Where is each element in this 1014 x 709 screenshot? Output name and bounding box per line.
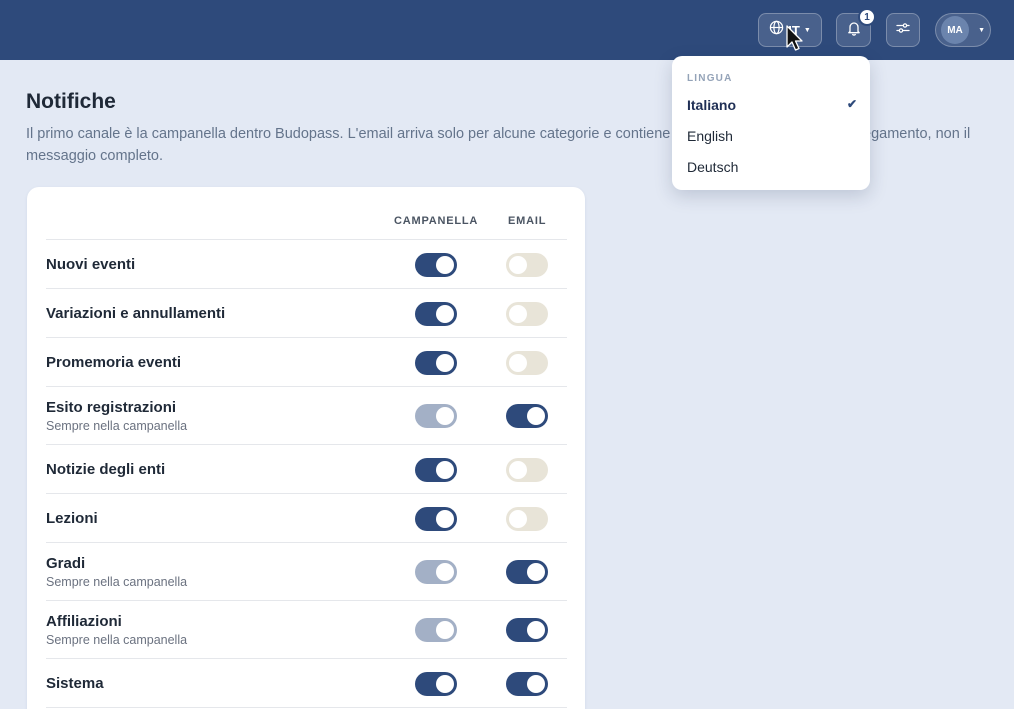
bell-toggle bbox=[415, 404, 457, 428]
preferences-button[interactable] bbox=[886, 13, 920, 47]
table-row: Notizie degli enti bbox=[46, 445, 567, 494]
row-label-group: Esito registrazioni Sempre nella campanel… bbox=[46, 387, 187, 444]
row-label-group: Notizie degli enti bbox=[46, 445, 165, 493]
row-label-group: Sistema bbox=[46, 659, 104, 707]
toggle-knob bbox=[436, 407, 454, 425]
check-icon: ✔ bbox=[846, 97, 857, 111]
sliders-icon bbox=[895, 20, 911, 41]
bell-toggle[interactable] bbox=[415, 672, 457, 696]
notification-settings-card: CAMPANELLA EMAIL Nuovi eventi Variazioni … bbox=[27, 187, 585, 709]
bell-toggle[interactable] bbox=[415, 253, 457, 277]
avatar: MA bbox=[941, 16, 969, 44]
email-toggle[interactable] bbox=[506, 618, 548, 642]
table-row: Nuovi eventi bbox=[46, 240, 567, 289]
row-label-group: Lezioni bbox=[46, 494, 98, 542]
email-toggle[interactable] bbox=[506, 302, 548, 326]
row-label: Affiliazioni bbox=[46, 612, 122, 630]
toggle-knob bbox=[436, 461, 454, 479]
table-row: Sistema bbox=[46, 659, 567, 708]
row-label: Lezioni bbox=[46, 509, 98, 527]
language-option-italiano[interactable]: Italiano ✔ bbox=[687, 97, 857, 113]
row-sublabel: Sempre nella campanella bbox=[46, 574, 188, 589]
toggle-knob bbox=[436, 510, 454, 528]
row-label: Sistema bbox=[46, 674, 104, 692]
toggle-knob bbox=[509, 461, 527, 479]
toggle-knob bbox=[436, 354, 454, 372]
email-toggle[interactable] bbox=[506, 351, 548, 375]
table-row: Promemoria eventi bbox=[46, 338, 567, 387]
bell-toggle[interactable] bbox=[415, 302, 457, 326]
toggle-knob bbox=[527, 407, 545, 425]
email-toggle[interactable] bbox=[506, 560, 548, 584]
toggle-knob bbox=[509, 256, 527, 274]
top-bar: IT ▼ 1 MA ▼ bbox=[0, 0, 1014, 60]
bell-toggle[interactable] bbox=[415, 351, 457, 375]
table-header: CAMPANELLA EMAIL bbox=[46, 187, 567, 240]
table-row: Affiliazioni Sempre nella campanella bbox=[46, 601, 567, 659]
toggle-knob bbox=[436, 256, 454, 274]
row-label: Notizie degli enti bbox=[46, 460, 166, 478]
column-header-email: EMAIL bbox=[508, 215, 547, 227]
table-row: Esito registrazioni Sempre nella campanel… bbox=[46, 387, 567, 445]
row-label: Variazioni e annullamenti bbox=[46, 304, 226, 322]
row-label-group: Affiliazioni Sempre nella campanella bbox=[46, 601, 187, 658]
toggle-knob bbox=[527, 675, 545, 693]
email-toggle[interactable] bbox=[506, 253, 548, 277]
mouse-cursor-icon bbox=[786, 25, 803, 51]
toggle-knob bbox=[509, 510, 527, 528]
row-label: Gradi bbox=[46, 554, 86, 572]
toggle-knob bbox=[527, 621, 545, 639]
language-menu-title: LINGUA bbox=[687, 73, 733, 84]
row-label: Nuovi eventi bbox=[46, 255, 136, 273]
column-header-bell: CAMPANELLA bbox=[394, 215, 479, 227]
row-sublabel: Sempre nella campanella bbox=[46, 418, 188, 433]
toggle-knob bbox=[436, 305, 454, 323]
language-option-english[interactable]: English bbox=[687, 128, 857, 144]
language-option-deutsch[interactable]: Deutsch bbox=[687, 159, 857, 175]
notifications-button[interactable]: 1 bbox=[836, 8, 876, 47]
language-dropdown: LINGUA Italiano ✔ English Deutsch bbox=[672, 56, 870, 190]
row-label-group: Gradi Sempre nella campanella bbox=[46, 543, 187, 600]
toggle-knob bbox=[509, 305, 527, 323]
row-label: Esito registrazioni bbox=[46, 398, 177, 416]
chevron-down-icon: ▼ bbox=[803, 26, 811, 34]
row-sublabel: Sempre nella campanella bbox=[46, 632, 188, 647]
globe-icon bbox=[769, 20, 784, 40]
email-toggle[interactable] bbox=[506, 404, 548, 428]
toggle-knob bbox=[436, 621, 454, 639]
toggle-knob bbox=[436, 675, 454, 693]
row-label-group: Variazioni e annullamenti bbox=[46, 289, 225, 337]
chevron-down-icon: ▼ bbox=[978, 26, 985, 34]
table-row: Gradi Sempre nella campanella bbox=[46, 543, 567, 601]
notification-count-badge: 1 bbox=[858, 8, 876, 26]
row-label: Promemoria eventi bbox=[46, 353, 182, 371]
toggle-knob bbox=[436, 563, 454, 581]
toggle-knob bbox=[509, 354, 527, 372]
row-label-group: Promemoria eventi bbox=[46, 338, 181, 386]
language-option-label: Italiano bbox=[687, 97, 737, 113]
page-title: Notifiche bbox=[26, 90, 116, 113]
email-toggle[interactable] bbox=[506, 458, 548, 482]
table-row: Variazioni e annullamenti bbox=[46, 289, 567, 338]
bell-toggle[interactable] bbox=[415, 507, 457, 531]
language-option-label: English bbox=[687, 128, 733, 144]
table-row: Lezioni bbox=[46, 494, 567, 543]
bell-toggle[interactable] bbox=[415, 458, 457, 482]
email-toggle[interactable] bbox=[506, 507, 548, 531]
user-menu-button[interactable]: MA ▼ bbox=[935, 13, 991, 47]
row-label-group: Nuovi eventi bbox=[46, 240, 135, 288]
language-option-label: Deutsch bbox=[687, 159, 739, 175]
toggle-knob bbox=[527, 563, 545, 581]
email-toggle[interactable] bbox=[506, 672, 548, 696]
bell-toggle bbox=[415, 618, 457, 642]
bell-toggle bbox=[415, 560, 457, 584]
